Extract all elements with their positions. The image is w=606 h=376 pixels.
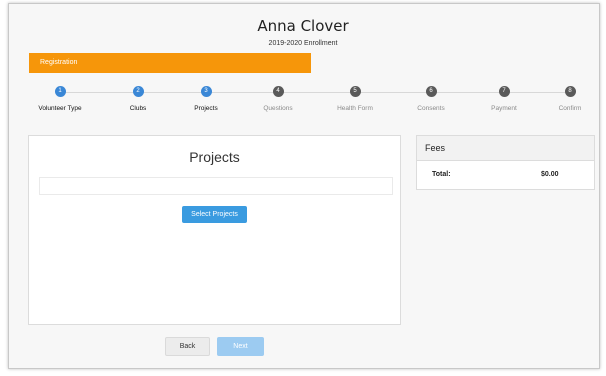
fees-total-value: $0.00	[541, 171, 559, 178]
step-number-icon: 4	[272, 86, 284, 97]
step-number-icon: 7	[498, 86, 510, 97]
step-label: Clubs	[129, 105, 147, 112]
step-label: Health Form	[337, 105, 373, 112]
step-number-icon: 6	[425, 86, 437, 97]
step-questions[interactable]: 4 Questions	[243, 86, 313, 112]
step-label: Projects	[194, 105, 218, 112]
step-clubs[interactable]: 2 Clubs	[103, 86, 173, 112]
projects-list	[39, 177, 393, 195]
fees-panel: Fees Total: $0.00	[416, 135, 595, 190]
step-payment[interactable]: 7 Payment	[469, 86, 539, 112]
select-projects-button[interactable]: Select Projects	[182, 206, 247, 223]
step-number-icon: 5	[349, 86, 361, 97]
member-name: Anna Clover	[257, 17, 349, 35]
step-projects[interactable]: 3 Projects	[171, 86, 241, 112]
enrollment-year: 2019-2020 Enrollment	[268, 40, 338, 47]
projects-panel: Projects Select Projects	[28, 135, 401, 325]
step-number-icon: 3	[200, 86, 212, 97]
step-confirm[interactable]: 8 Confirm	[535, 86, 605, 112]
step-label: Volunteer Type	[38, 105, 82, 112]
step-label: Questions	[263, 105, 293, 112]
fees-title: Fees	[417, 136, 594, 161]
step-label: Consents	[417, 105, 445, 112]
step-number-icon: 2	[132, 86, 144, 97]
step-label: Payment	[491, 105, 517, 112]
back-button[interactable]: Back	[165, 337, 210, 356]
step-consents[interactable]: 6 Consents	[396, 86, 466, 112]
fees-total-row: Total: $0.00	[417, 161, 594, 190]
step-label: Confirm	[558, 105, 582, 112]
fees-total-label: Total:	[432, 171, 451, 178]
step-number-icon: 1	[54, 86, 66, 97]
projects-title: Projects	[189, 149, 240, 165]
next-button[interactable]: Next	[217, 337, 264, 356]
registration-banner: Registration	[29, 53, 311, 73]
step-volunteer-type[interactable]: 1 Volunteer Type	[25, 86, 95, 112]
step-number-icon: 8	[564, 86, 576, 97]
step-health-form[interactable]: 5 Health Form	[320, 86, 390, 112]
